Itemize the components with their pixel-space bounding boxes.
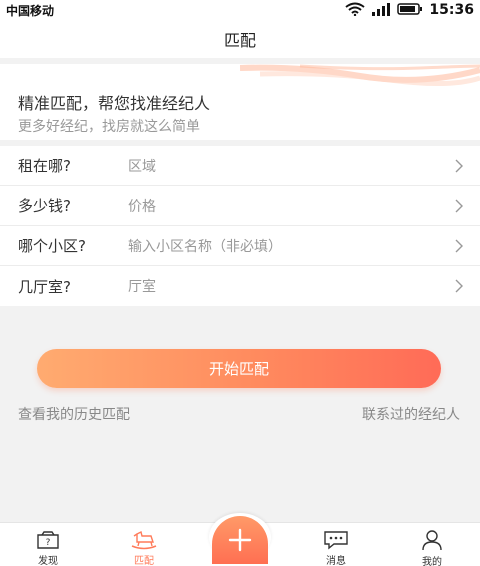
row-price[interactable]: 多少钱? 价格 [0, 186, 480, 226]
add-button[interactable] [209, 513, 271, 564]
profile-icon [420, 529, 444, 551]
row-location[interactable]: 租在哪? 区域 [0, 146, 480, 186]
tab-match[interactable]: 匹配 [104, 523, 184, 566]
status-bar: 中国移动 15:36 [0, 0, 480, 20]
battery-icon [397, 1, 423, 20]
contacted-agents-link[interactable]: 联系过的经纪人 [362, 404, 460, 424]
message-icon [322, 529, 350, 550]
banner-title: 精准匹配，帮您找准经纪人 [18, 94, 211, 113]
plus-icon [228, 528, 252, 552]
chevron-right-icon [455, 159, 463, 173]
row-value: 厅室 [128, 279, 156, 295]
wifi-icon [345, 1, 366, 20]
tab-label: 匹配 [134, 556, 154, 566]
banner-subtitle: 更多好经纪，找房就这么简单 [18, 119, 200, 135]
banner-wave-decoration [240, 64, 480, 87]
row-label: 哪个小区? [18, 237, 86, 255]
row-value: 区域 [128, 158, 156, 175]
row-label: 几厅室? [18, 277, 71, 296]
chevron-right-icon [455, 279, 463, 293]
history-match-link[interactable]: 查看我的历史匹配 [18, 404, 130, 424]
match-banner: 精准匹配，帮您找准经纪人 更多好经纪，找房就这么简单 [0, 58, 480, 140]
status-indicators: 15:36 [345, 1, 474, 19]
tab-label: 发现 [38, 556, 58, 566]
chevron-right-icon [455, 199, 463, 213]
carrier-name: 中国移动 [6, 4, 55, 18]
row-value: 价格 [128, 198, 156, 215]
row-value: 输入小区名称（非必填） [128, 238, 282, 255]
row-community[interactable]: 哪个小区? 输入小区名称（非必填） [0, 226, 480, 266]
signal-icon [371, 1, 391, 20]
tab-profile[interactable]: 我的 [392, 523, 472, 566]
svg-text:?: ? [46, 538, 51, 548]
discover-icon: ? [36, 529, 60, 550]
tab-label: 我的 [422, 557, 442, 566]
row-room-type[interactable]: 几厅室? 厅室 [0, 266, 480, 306]
match-form: 租在哪? 区域 多少钱? 价格 哪个小区? 输入小区名称（非必填） 几厅室? 厅… [0, 146, 480, 306]
row-label: 多少钱? [18, 197, 71, 215]
rocking-horse-icon [129, 529, 159, 550]
clock: 15:36 [429, 2, 474, 18]
tab-messages[interactable]: 消息 [296, 523, 376, 566]
tab-label: 消息 [326, 556, 346, 566]
tab-discover[interactable]: ? 发现 [8, 523, 88, 566]
row-label: 租在哪? [18, 157, 71, 175]
page-title: 匹配 [223, 31, 256, 50]
start-match-button[interactable]: 开始匹配 [37, 349, 441, 388]
fab-fill [212, 516, 268, 564]
nav-bar: 匹配 [0, 20, 480, 58]
chevron-right-icon [455, 239, 463, 253]
